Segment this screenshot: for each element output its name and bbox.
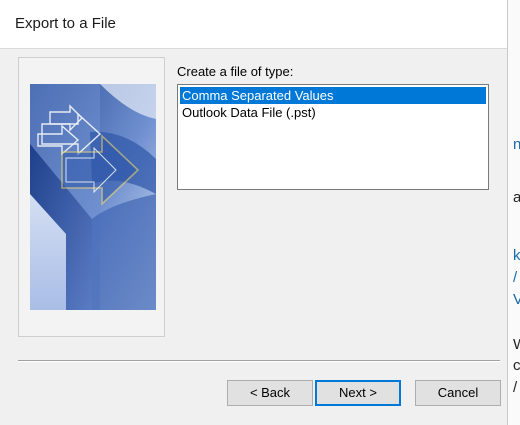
file-type-label: Create a file of type: xyxy=(177,64,294,79)
background-text-fragment: a xyxy=(513,189,520,206)
background-text-fragment: / xyxy=(513,379,518,396)
list-item-pst[interactable]: Outlook Data File (.pst) xyxy=(180,104,486,121)
export-dialog: Export to a File Create a file of type: … xyxy=(0,0,508,425)
export-wizard-graphic xyxy=(30,84,156,310)
next-button[interactable]: Next > xyxy=(315,380,401,406)
title-bar[interactable]: Export to a File xyxy=(0,0,507,49)
dialog-title: Export to a File xyxy=(15,15,116,32)
separator xyxy=(18,360,500,362)
background-text-fragment: V xyxy=(513,291,520,308)
background-text-fragment: W xyxy=(513,337,520,352)
background-text-fragment: n xyxy=(513,136,520,153)
background-text-fragment: k xyxy=(513,247,520,264)
background-text-fragment: c xyxy=(513,357,520,374)
background-window: n a k / V W c / xyxy=(508,0,520,425)
list-item-csv[interactable]: Comma Separated Values xyxy=(180,87,486,104)
back-button[interactable]: < Back xyxy=(227,380,313,406)
background-text-fragment: / xyxy=(513,269,518,286)
cancel-button[interactable]: Cancel xyxy=(415,380,501,406)
wizard-image-frame xyxy=(18,57,165,337)
file-type-listbox[interactable]: Comma Separated Values Outlook Data File… xyxy=(177,84,489,190)
